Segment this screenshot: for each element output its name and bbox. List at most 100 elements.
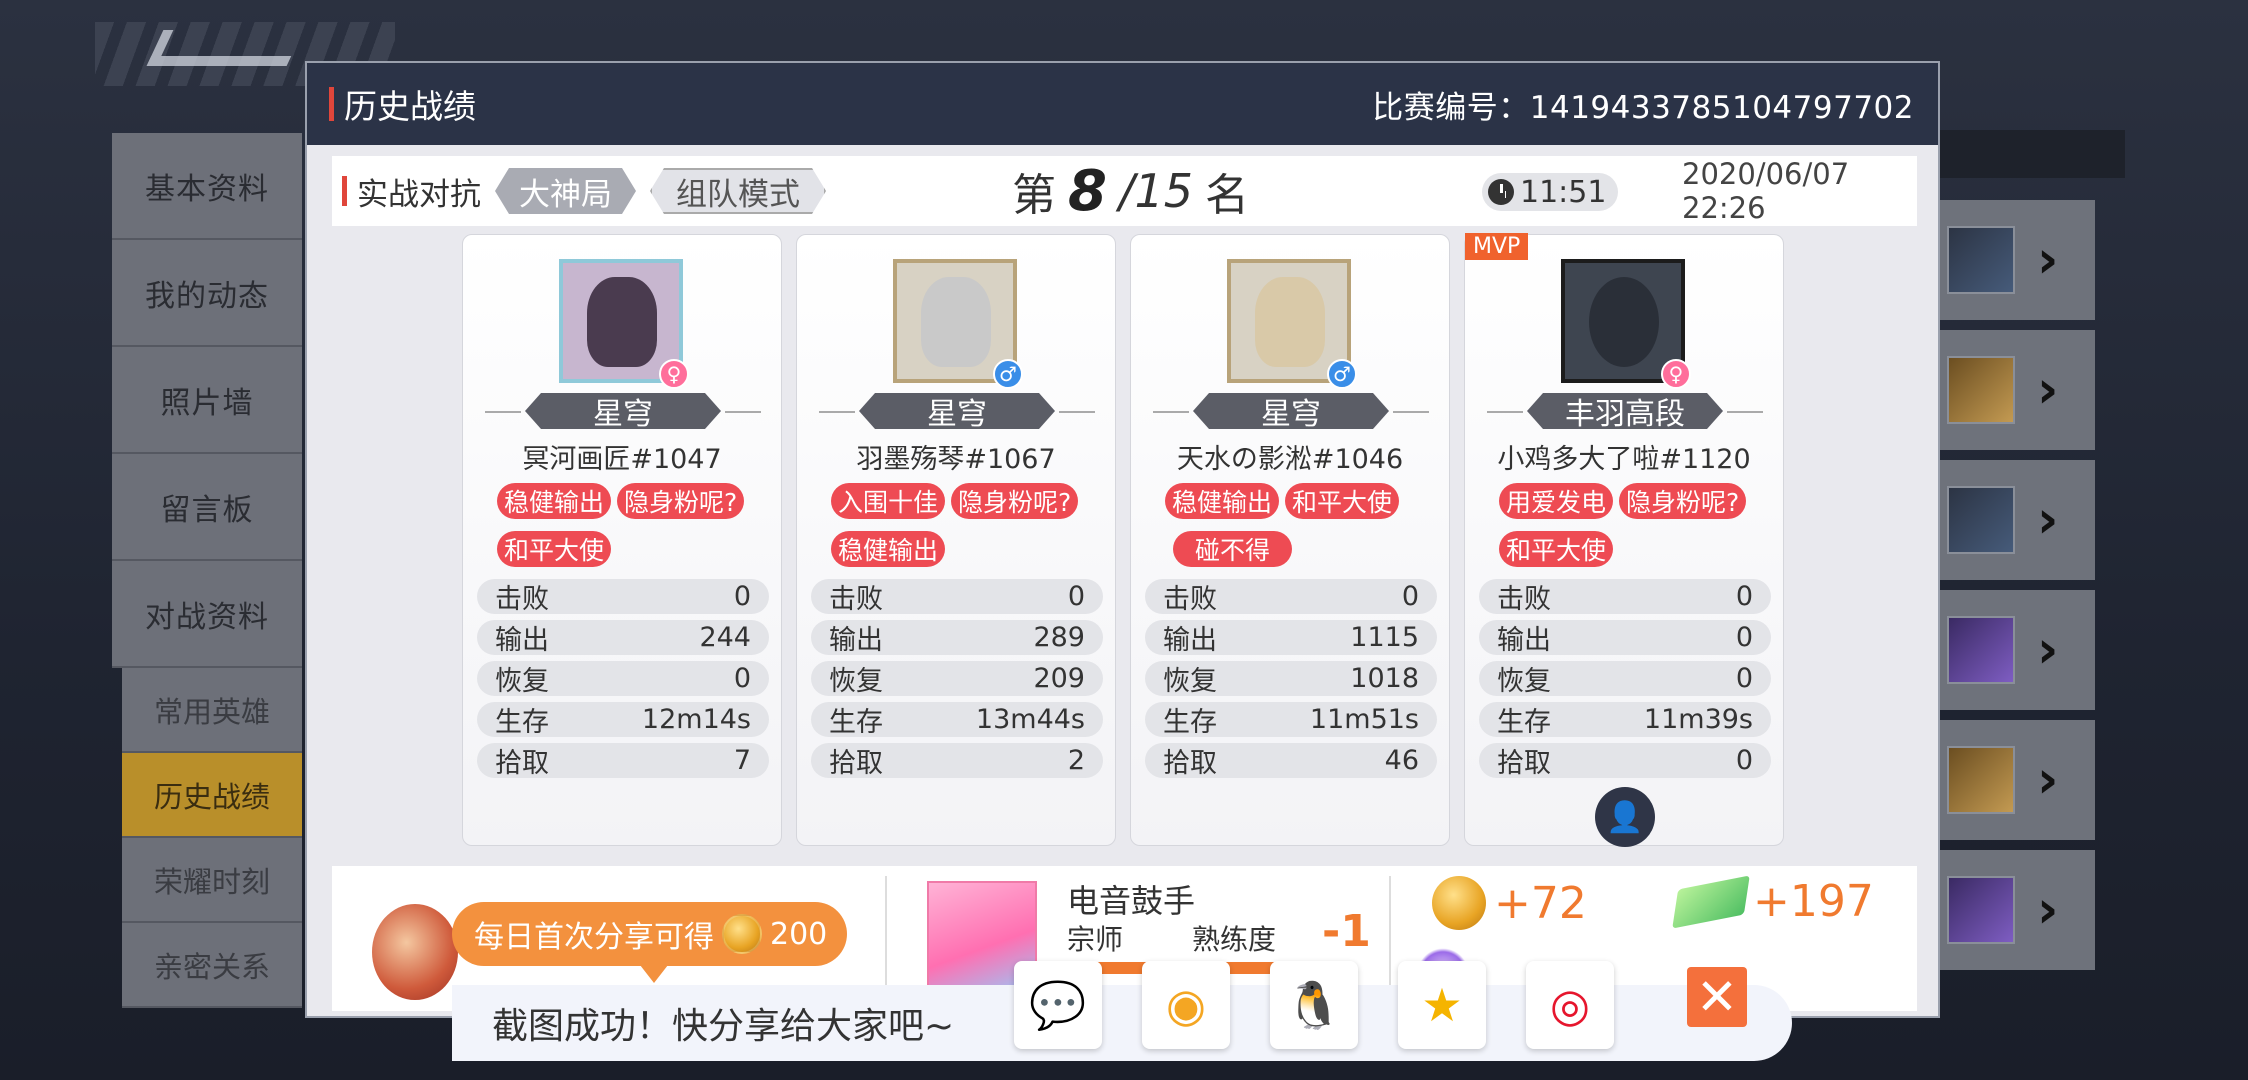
gold-reward: +72 bbox=[1432, 876, 1587, 930]
clock-icon bbox=[1488, 179, 1514, 205]
player-card[interactable]: MVP ♀ 丰羽高段 小鸡多大了啦#1120 用爱发电 隐身粉呢? 和平大使 击… bbox=[1464, 233, 1784, 847]
rank-badge: 丰羽高段 bbox=[1527, 393, 1723, 429]
stat-label: 输出 bbox=[1497, 625, 1551, 656]
stat-value: 0 bbox=[1735, 663, 1753, 694]
stat-row-pickup: 拾取 2 bbox=[811, 743, 1103, 779]
close-share-button[interactable]: ✕ bbox=[1687, 967, 1747, 1027]
submenu-match-history[interactable]: 历史战绩 bbox=[122, 753, 302, 838]
stat-row-pickup: 拾取 0 bbox=[1479, 743, 1771, 779]
submenu-intimate-relations[interactable]: 亲密关系 bbox=[122, 923, 302, 1008]
menu-item-basic-info[interactable]: 基本资料 bbox=[112, 133, 302, 240]
qq-icon: 🐧 bbox=[1285, 977, 1343, 1032]
player-stats: 击败 0 输出 1115 恢复 1018 生存 11m51s 拾取 46 bbox=[1145, 579, 1437, 784]
divider bbox=[725, 411, 761, 413]
player-card[interactable]: ♂ 星穹 羽墨殇琴#1067 入围十佳 隐身粉呢? 稳健输出 击败 0 输出 289… bbox=[796, 234, 1116, 846]
match-level-tag: 大神局 bbox=[495, 168, 636, 214]
stat-value: 289 bbox=[1033, 622, 1085, 653]
stat-label: 击败 bbox=[495, 584, 549, 615]
share-moments-button[interactable]: ◉ bbox=[1142, 961, 1230, 1049]
stat-value: 13m44s bbox=[975, 704, 1085, 735]
gold-coin-icon bbox=[1432, 876, 1486, 930]
player-card[interactable]: ♂ 星穹 天水の影淞#1046 稳健输出 和平大使 碰不得 击败 0 输出 1115… bbox=[1130, 234, 1450, 846]
stat-label: 恢复 bbox=[1497, 666, 1551, 697]
player-tags: 稳健输出 和平大使 碰不得 bbox=[1165, 483, 1435, 567]
stat-value: 2 bbox=[1067, 745, 1085, 776]
proficiency-label: 熟练度 bbox=[1192, 923, 1277, 956]
gem-icon bbox=[1672, 874, 1750, 929]
player-stats: 击败 0 输出 289 恢复 209 生存 13m44s 拾取 2 bbox=[811, 579, 1103, 784]
player-avatar[interactable]: ♀ bbox=[1561, 259, 1691, 389]
player-tags: 入围十佳 隐身粉呢? 稳健输出 bbox=[831, 483, 1101, 567]
menu-item-message-board[interactable]: 留言板 bbox=[112, 454, 302, 561]
stat-label: 拾取 bbox=[495, 748, 549, 779]
share-qq-button[interactable]: 🐧 bbox=[1270, 961, 1358, 1049]
submenu-common-heroes[interactable]: 常用英雄 bbox=[122, 668, 302, 753]
match-history-modal: 历史战绩 比赛编号：1419433785104797702 实战对抗 大神局 组… bbox=[305, 61, 1940, 1018]
menu-item-battle-info[interactable]: 对战资料 bbox=[112, 561, 302, 668]
submenu-glory-moments[interactable]: 荣耀时刻 bbox=[122, 838, 302, 923]
stat-value: 11m51s bbox=[1309, 704, 1419, 735]
player-cards: ♀ 星穹 冥河画匠#1047 稳健输出 隐身粉呢? 和平大使 击败 0 输出 244… bbox=[462, 233, 1784, 847]
player-avatar[interactable]: ♀ bbox=[559, 259, 689, 389]
chevron-right-icon: › bbox=[2037, 360, 2059, 420]
placement-suffix: 名 bbox=[1205, 170, 1249, 221]
match-id: 比赛编号：1419433785104797702 bbox=[1372, 89, 1914, 126]
stat-value: 0 bbox=[1735, 745, 1753, 776]
hero-weapon-icon bbox=[1947, 226, 2015, 294]
add-friend-button[interactable]: 👤 bbox=[1595, 787, 1655, 847]
duration-value: 11:51 bbox=[1520, 174, 1607, 210]
battle-info-submenu: 常用英雄 历史战绩 荣耀时刻 亲密关系 bbox=[122, 668, 302, 1008]
history-row[interactable]: › bbox=[1935, 590, 2095, 710]
stat-row-pickup: 拾取 46 bbox=[1145, 743, 1437, 779]
player-tag: 隐身粉呢? bbox=[617, 483, 745, 519]
player-tag: 入围十佳 bbox=[831, 483, 946, 519]
player-stats: 击败 0 输出 0 恢复 0 生存 11m39s 拾取 0 bbox=[1479, 579, 1771, 784]
stat-row-survival: 生存 11m51s bbox=[1145, 702, 1437, 738]
player-card[interactable]: ♀ 星穹 冥河画匠#1047 稳健输出 隐身粉呢? 和平大使 击败 0 输出 244… bbox=[462, 234, 782, 846]
menu-item-photo-wall[interactable]: 照片墙 bbox=[112, 347, 302, 454]
stat-value: 0 bbox=[733, 663, 751, 694]
stat-row-damage: 输出 1115 bbox=[1145, 620, 1437, 656]
female-icon: ♀ bbox=[659, 359, 689, 389]
player-tag: 稳健输出 bbox=[831, 531, 946, 567]
player-tag: 碰不得 bbox=[1173, 531, 1293, 567]
share-wechat-button[interactable]: 💬 bbox=[1014, 961, 1102, 1049]
player-avatar[interactable]: ♂ bbox=[1227, 259, 1357, 389]
female-icon: ♀ bbox=[1661, 359, 1691, 389]
close-icon: ✕ bbox=[1696, 968, 1738, 1026]
stat-value: 0 bbox=[733, 581, 751, 612]
stat-row-kills: 击败 0 bbox=[1145, 579, 1437, 615]
history-row[interactable]: › bbox=[1935, 460, 2095, 580]
share-qzone-button[interactable]: ★ bbox=[1398, 961, 1486, 1049]
player-avatar[interactable]: ♂ bbox=[893, 259, 1023, 389]
qzone-icon: ★ bbox=[1421, 978, 1463, 1032]
gem-reward-value: +197 bbox=[1753, 876, 1874, 927]
male-icon: ♂ bbox=[1327, 359, 1357, 389]
history-row[interactable]: › bbox=[1935, 850, 2095, 970]
divider bbox=[1487, 411, 1523, 413]
chevron-right-icon: › bbox=[2037, 230, 2059, 290]
hero-weapon-icon bbox=[1947, 486, 2015, 554]
team-placement: 第 8 /15 名 bbox=[1012, 156, 1249, 226]
player-name: 天水の影淞#1046 bbox=[1176, 444, 1404, 475]
player-tags: 用爱发电 隐身粉呢? 和平大使 bbox=[1499, 483, 1769, 567]
share-weibo-button[interactable]: ◎ bbox=[1526, 961, 1614, 1049]
player-tag: 稳健输出 bbox=[497, 483, 612, 519]
history-row[interactable]: › bbox=[1935, 330, 2095, 450]
menu-item-my-activity[interactable]: 我的动态 bbox=[112, 240, 302, 347]
stat-value: 0 bbox=[1735, 581, 1753, 612]
divider bbox=[1059, 411, 1095, 413]
history-row[interactable]: › bbox=[1935, 720, 2095, 840]
player-tag: 稳健输出 bbox=[1165, 483, 1280, 519]
proficiency-delta: -1 bbox=[1322, 906, 1371, 957]
stat-row-damage: 输出 244 bbox=[477, 620, 769, 656]
chevron-right-icon: › bbox=[2037, 620, 2059, 680]
match-info-bar: 实战对抗 大神局 组队模式 第 8 /15 名 11:51 2020/06/07 … bbox=[332, 156, 1917, 226]
history-row[interactable]: › bbox=[1935, 200, 2095, 320]
share-reward-bubble: 每日首次分享可得 200 bbox=[452, 902, 848, 966]
avatar-image bbox=[1589, 277, 1659, 367]
stat-label: 生存 bbox=[829, 707, 883, 738]
player-tag: 隐身粉呢? bbox=[1619, 483, 1747, 519]
stat-row-heal: 恢复 1018 bbox=[1145, 661, 1437, 697]
mvp-badge: MVP bbox=[1465, 233, 1529, 260]
